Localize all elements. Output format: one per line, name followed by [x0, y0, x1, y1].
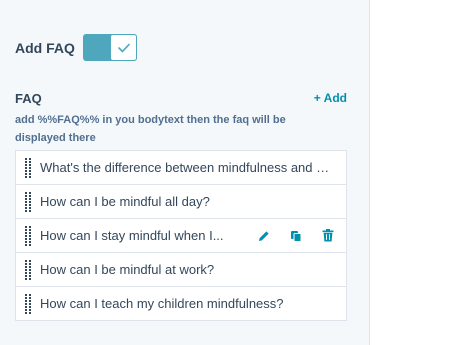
content-area	[371, 0, 470, 345]
faq-title: FAQ	[15, 90, 42, 106]
faq-header: FAQ + Add	[15, 89, 347, 107]
faq-question: How can I stay mindful when I...	[40, 228, 224, 243]
faq-question: What's the difference between mindfulnes…	[40, 160, 334, 175]
add-faq-button[interactable]: + Add	[314, 91, 347, 105]
faq-list-item-hovered[interactable]: How can I stay mindful when I...	[16, 219, 346, 253]
faq-list-item[interactable]: How can I be mindful all day?	[16, 185, 346, 219]
add-faq-toggle-row: Add FAQ	[15, 34, 137, 61]
add-faq-label: Add FAQ	[15, 39, 75, 56]
drag-handle-icon[interactable]	[16, 287, 40, 320]
faq-list-item[interactable]: How can I teach my children mindfulness?	[16, 287, 346, 320]
add-faq-toggle[interactable]	[83, 34, 137, 61]
copy-icon[interactable]	[286, 226, 306, 246]
faq-question: How can I be mindful at work?	[40, 262, 215, 277]
faq-help-text: add %%FAQ%% in you bodytext then the faq…	[15, 114, 286, 144]
faq-list-item[interactable]: What's the difference between mindfulnes…	[16, 151, 346, 185]
faq-question: How can I teach my children mindfulness?	[40, 296, 284, 311]
drag-handle-icon[interactable]	[16, 185, 40, 218]
settings-panel: Add FAQ FAQ + Add add %%FAQ%% in you bod…	[0, 0, 370, 345]
drag-handle-icon[interactable]	[16, 151, 40, 184]
pencil-icon[interactable]	[254, 226, 274, 246]
drag-handle-icon[interactable]	[16, 253, 40, 286]
faq-list: What's the difference between mindfulnes…	[15, 150, 347, 321]
faq-question: How can I be mindful all day?	[40, 194, 210, 209]
trash-icon[interactable]	[318, 226, 338, 246]
check-icon	[117, 43, 130, 52]
toggle-knob[interactable]	[110, 34, 137, 61]
faq-item-actions	[254, 219, 338, 252]
drag-handle-icon[interactable]	[16, 219, 40, 252]
faq-list-item[interactable]: How can I be mindful at work?	[16, 253, 346, 287]
